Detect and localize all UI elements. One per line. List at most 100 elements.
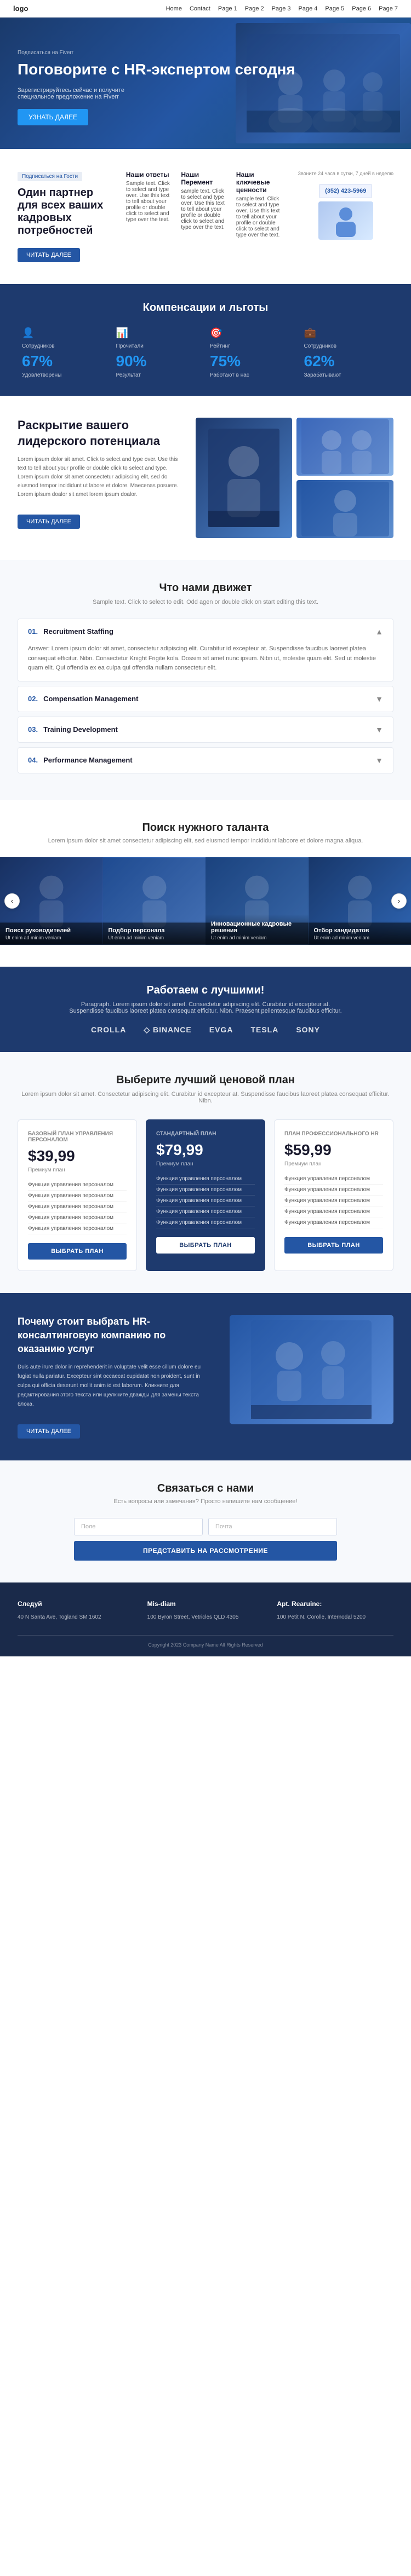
why-svg <box>251 1320 372 1419</box>
talent-card-sub-1: Ut enim ad minim veniam <box>109 935 201 940</box>
contact-section: Связаться с нами Есть вопросы или замеча… <box>0 1460 411 1582</box>
leadership-section: Раскрытие вашего лидерского потенциала L… <box>0 396 411 560</box>
partner-image <box>318 201 373 240</box>
accordion-label-3: Performance Management <box>43 756 133 764</box>
stat-item-3: 💼 Сотрудников 62% Зарабатывают <box>304 327 390 378</box>
contact-name-input[interactable] <box>74 1518 203 1535</box>
brand-logo-1: ◇ BINANCE <box>144 1025 191 1035</box>
pricing-cta-button-1[interactable]: ВЫБРАТЬ ПЛАН <box>156 1237 255 1254</box>
nav-page5[interactable]: Page 5 <box>325 5 344 12</box>
pricing-feature-1-0: Функция управления персоналом <box>156 1174 255 1185</box>
nav-page4[interactable]: Page 4 <box>299 5 318 12</box>
talent-card-img-2: Инновационные кадровые решения Ut enim a… <box>206 857 309 945</box>
talent-card-img-1: Подбор персонала Ut enim ad minim veniam <box>103 857 206 945</box>
navigation: logo Home Contact Page 1 Page 2 Page 3 P… <box>0 0 411 18</box>
accordion-header-2[interactable]: 03.Training Development ▼ <box>18 717 393 742</box>
pricing-price-1: $79,99 <box>156 1141 255 1159</box>
talent-card-2[interactable]: Инновационные кадровые решения Ut enim a… <box>206 857 309 945</box>
pricing-cta-button-0[interactable]: ВЫБРАТЬ ПЛАН <box>28 1243 127 1260</box>
why-cta-button[interactable]: ЧИТАТЬ ДАЛЕЕ <box>18 1424 80 1439</box>
contact-submit-button[interactable]: ПРЕДСТАВИТЬ НА РАССМОТРЕНИЕ <box>74 1541 337 1561</box>
hero-cta-button[interactable]: УЗНАТЬ ДАЛЕЕ <box>18 109 88 125</box>
stat-icon-1: 📊 <box>116 327 202 339</box>
stats-title: Компенсации и льготы <box>22 302 389 314</box>
hero-content: Подписаться на Fiverr Поговорите с HR-эк… <box>18 50 393 126</box>
leadership-svg-2 <box>301 419 389 474</box>
best-title: Работаем с лучшими! <box>22 984 389 997</box>
brand-logos: CROLLA◇ BINANCEEVGATESLASONY <box>22 1025 389 1035</box>
partner-title: Один партнер для всех ваших кадровых пот… <box>18 187 113 237</box>
copyright-text: Copyright 2023 Company Name All Rights R… <box>148 1642 263 1648</box>
stat-label-3: Зарабатывают <box>304 372 390 378</box>
talent-card-overlay-2: Инновационные кадровые решения Ut enim a… <box>206 914 309 945</box>
pricing-feature-2-0: Функция управления персоналом <box>284 1174 383 1185</box>
phone-sub: Звоните 24 часа в сутки, 7 дней в неделю <box>298 171 393 176</box>
contact-form: ПРЕДСТАВИТЬ НА РАССМОТРЕНИЕ <box>74 1518 337 1561</box>
accordion-chevron-2: ▼ <box>375 725 383 734</box>
footer-col-0: Следуй 40 N Santa Ave, Togland SM 1602 <box>18 1600 134 1622</box>
accordion-header-1[interactable]: 02.Compensation Management ▼ <box>18 686 393 712</box>
leadership-img-3 <box>296 480 393 538</box>
contact-email-input[interactable] <box>208 1518 337 1535</box>
stats-section: Компенсации и льготы 👤 Сотрудников 67% У… <box>0 284 411 396</box>
pricing-subtitle: Lorem ipsum dolor sit amet. Consectetur … <box>18 1091 393 1104</box>
talent-card-title-3: Отбор кандидатов <box>314 927 406 934</box>
carousel-next-button[interactable]: › <box>391 893 407 909</box>
stat-icon-3: 💼 <box>304 327 390 339</box>
nav-links: Home Contact Page 1 Page 2 Page 3 Page 4… <box>166 5 398 12</box>
pricing-period-1: Премиум план <box>156 1161 255 1167</box>
talent-card-1[interactable]: Подбор персонала Ut enim ad minim veniam <box>103 857 206 945</box>
nav-page1[interactable]: Page 1 <box>218 5 237 12</box>
stat-label-0: Удовлетворены <box>22 372 107 378</box>
accordion-header-3[interactable]: 04.Performance Management ▼ <box>18 748 393 773</box>
accordion-header-0[interactable]: 01.Recruitment Staffing ▲ <box>18 619 393 644</box>
pricing-section: Выберите лучший ценовой план Lorem ipsum… <box>0 1052 411 1293</box>
nav-contact[interactable]: Contact <box>190 5 210 12</box>
pricing-period-2: Премиум план <box>284 1161 383 1167</box>
talent-card-title-0: Поиск руководителей <box>5 927 98 934</box>
stat-label-1: Результат <box>116 372 202 378</box>
partner-cta-button[interactable]: ЧИТАТЬ ДАЛЕЕ <box>18 248 80 262</box>
drives-subtitle: Sample text. Click to select to edit. Od… <box>18 599 393 605</box>
pricing-cta-button-2[interactable]: ВЫБРАТЬ ПЛАН <box>284 1237 383 1254</box>
talent-cards: Поиск руководителей Ut enim ad minim ven… <box>0 857 411 945</box>
hero-section: Подписаться на Fiverr Поговорите с HR-эк… <box>0 18 411 149</box>
pricing-price-0: $39,99 <box>28 1147 127 1165</box>
nav-page3[interactable]: Page 3 <box>272 5 291 12</box>
pricing-feature-2-3: Функция управления персоналом <box>284 1206 383 1217</box>
stat-value-3: 62% <box>304 353 390 370</box>
best-text: Paragraph. Lorem ipsum dolor sit amet. C… <box>68 1001 342 1014</box>
stat-item-1: 📊 Прочитали 90% Результат <box>116 327 202 378</box>
why-left: Почему стоит выбрать HR-консалтинговую к… <box>18 1315 214 1439</box>
nav-page7[interactable]: Page 7 <box>379 5 398 12</box>
leadership-text: Lorem ipsum dolor sit amet. Click to sel… <box>18 455 182 499</box>
drives-title: Что нами движет <box>18 582 393 594</box>
nav-home[interactable]: Home <box>166 5 182 12</box>
leadership-title: Раскрытие вашего лидерского потенциала <box>18 418 182 449</box>
partner-badge: Подписаться на Гости <box>18 172 82 181</box>
talent-subtitle: Lorem ipsum dolor sit amet consectetur a… <box>18 838 393 844</box>
talent-header: Поиск нужного таланта Lorem ipsum dolor … <box>0 822 411 844</box>
footer-col-2-address: 100 Petit N. Corolle, Internodal 5200 <box>277 1613 393 1622</box>
brand-logo-4: SONY <box>296 1025 320 1034</box>
nav-page6[interactable]: Page 6 <box>352 5 371 12</box>
footer-col-0-title: Следуй <box>18 1600 134 1608</box>
footer-col-2-title: Apt. Rearuine: <box>277 1600 393 1608</box>
pricing-feature-1-4: Функция управления персоналом <box>156 1217 255 1228</box>
footer-col-2: Apt. Rearuine: 100 Petit N. Corolle, Int… <box>277 1600 393 1622</box>
accordion-number-1: 02. <box>28 695 38 703</box>
nav-page2[interactable]: Page 2 <box>245 5 264 12</box>
carousel-prev-button[interactable]: ‹ <box>4 893 20 909</box>
brand-logo-3: TESLA <box>250 1025 278 1034</box>
nav-logo[interactable]: logo <box>13 4 28 13</box>
partner-col-1: Наши ответы Sample text. Click to select… <box>126 171 175 238</box>
pricing-card-0: Базовый план управления персоналом $39,9… <box>18 1119 137 1271</box>
footer-col-1-address: 100 Byron Street, Vetricles QLD 4305 <box>147 1613 264 1622</box>
stat-value-2: 75% <box>210 353 295 370</box>
stat-desc-1: Прочитали <box>116 343 202 349</box>
pricing-feature-0-2: Функция управления персоналом <box>28 1202 127 1212</box>
leadership-cta-button[interactable]: ЧИТАТЬ ДАЛЕЕ <box>18 515 80 529</box>
brand-logo-2: EVGA <box>209 1025 233 1034</box>
partner-columns: Наши ответы Sample text. Click to select… <box>126 171 285 238</box>
stats-grid: 👤 Сотрудников 67% Удовлетворены 📊 Прочит… <box>22 327 389 378</box>
